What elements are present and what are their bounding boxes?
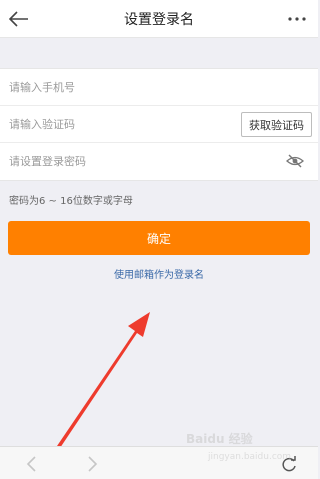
phone-row: [0, 69, 318, 106]
phone-input[interactable]: [0, 69, 318, 105]
confirm-button[interactable]: 确定: [8, 221, 310, 255]
login-form: 获取验证码: [0, 68, 318, 181]
get-code-button[interactable]: 获取验证码: [241, 112, 312, 137]
eye-hidden-icon[interactable]: [286, 153, 304, 169]
more-button[interactable]: [284, 6, 310, 32]
password-row: [0, 143, 318, 180]
use-email-link[interactable]: 使用邮箱作为登录名: [0, 266, 318, 281]
baidu-watermark: Baidu 经验 jingyan.baidu.com: [186, 430, 306, 466]
more-dots-icon: [288, 17, 306, 21]
chevron-left-icon[interactable]: [24, 455, 38, 473]
page-title: 设置登录名: [124, 12, 194, 28]
code-row: 获取验证码: [0, 106, 318, 143]
chevron-right-icon[interactable]: [86, 455, 100, 473]
password-hint: 密码为6 ~ 16位数字或字母: [9, 196, 133, 207]
watermark-brand: Baidu 经验: [186, 432, 253, 446]
password-input[interactable]: [0, 143, 318, 180]
top-bar: 设置登录名: [0, 0, 318, 38]
watermark-domain: jingyan.baidu.com: [208, 452, 292, 462]
